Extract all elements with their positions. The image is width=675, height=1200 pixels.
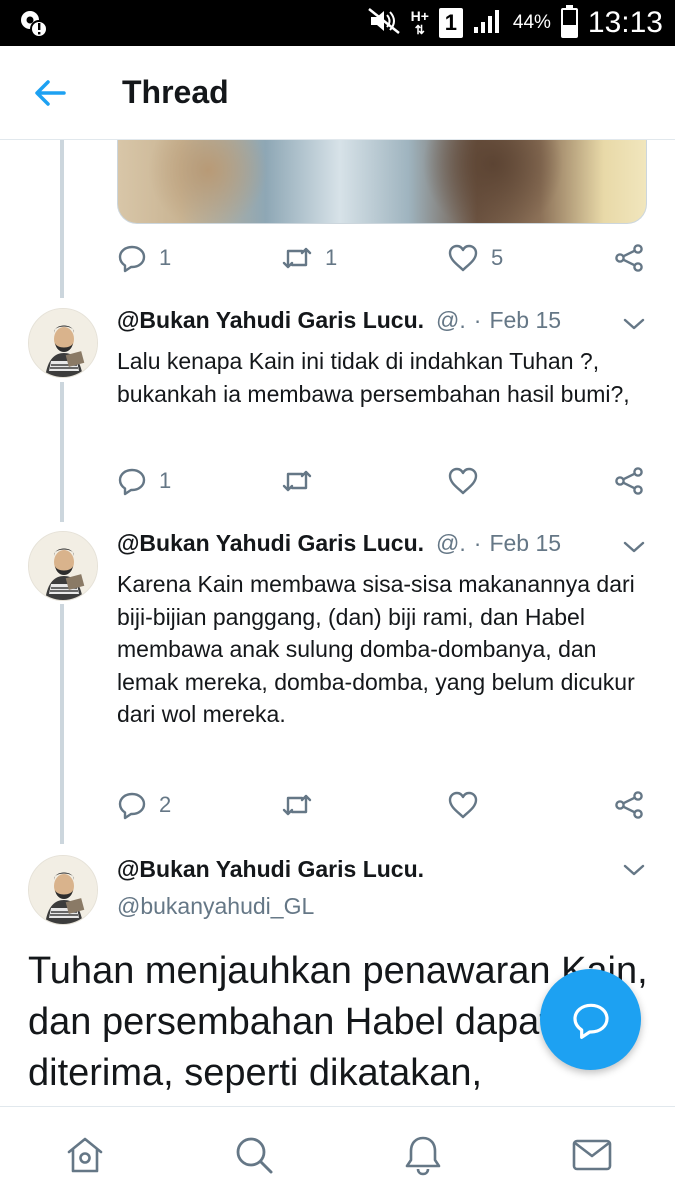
author-handle[interactable]: @bukanyahudi_GL: [117, 893, 314, 920]
home-icon[interactable]: [63, 1133, 107, 1177]
share-button[interactable]: [613, 785, 645, 825]
network-type-label: H+: [410, 8, 429, 24]
avatar[interactable]: [28, 308, 98, 378]
share-icon: [615, 244, 643, 272]
like-button[interactable]: [447, 461, 491, 501]
avatar-illustration-icon: [29, 309, 97, 377]
retweet-button[interactable]: 1: [281, 238, 337, 278]
author-name[interactable]: @Bukan Yahudi Garis Lucu.: [117, 530, 424, 557]
chevron-down-icon[interactable]: [622, 539, 646, 555]
notifications-icon[interactable]: [401, 1133, 445, 1177]
mute-icon: [367, 7, 401, 40]
data-arrows-icon: ⇅: [414, 23, 425, 37]
reply-button[interactable]: 1: [117, 461, 171, 501]
retweet-icon: [282, 794, 312, 816]
tweet-header: @Bukan Yahudi Garis Lucu. @. · Feb 15: [117, 307, 561, 341]
author-handle[interactable]: @.: [436, 530, 466, 557]
reply-icon: [118, 792, 146, 820]
sim-indicator: 1: [438, 8, 463, 38]
avatar-illustration-icon: [29, 856, 97, 924]
share-button[interactable]: [613, 238, 645, 278]
chevron-down-icon[interactable]: [622, 862, 646, 878]
heart-icon: [448, 791, 478, 819]
chevron-down-icon[interactable]: [622, 316, 646, 332]
battery-level: [562, 24, 576, 36]
separator-dot: ·: [473, 530, 482, 556]
status-bar: H+ ⇅ 1 44% 13:13: [0, 0, 675, 46]
share-icon: [615, 467, 643, 495]
tweet-action-bar: 2: [117, 785, 657, 825]
reply-count: 1: [159, 245, 172, 270]
author-name[interactable]: @Bukan Yahudi Garis Lucu.: [117, 307, 424, 334]
network-type: H+ ⇅: [411, 9, 429, 37]
tweet-header: @Bukan Yahudi Garis Lucu. @. · Feb 15: [117, 530, 561, 564]
avatar-illustration-icon: [29, 532, 97, 600]
reply-count: 2: [159, 792, 172, 817]
heart-icon: [448, 244, 478, 272]
tweet-image[interactable]: [117, 140, 647, 224]
page-title: Thread: [122, 74, 229, 110]
tweet-action-bar: 1 1 5: [117, 238, 657, 278]
tweet-text: Lalu kenapa Kain ini tidak di indahkan T…: [117, 348, 630, 407]
signal-icon: [473, 7, 503, 40]
like-button[interactable]: [447, 785, 491, 825]
back-arrow-icon[interactable]: [30, 76, 70, 110]
thread-connector: [60, 604, 64, 844]
battery-icon: [560, 5, 578, 38]
tweet-action-bar: 1: [117, 461, 657, 501]
retweet-button[interactable]: [281, 461, 325, 501]
author-handle[interactable]: @.: [436, 307, 466, 334]
clock: 13:13: [587, 6, 663, 39]
author-name[interactable]: @Bukan Yahudi Garis Lucu.: [117, 856, 424, 883]
search-icon[interactable]: [232, 1133, 276, 1177]
thread-connector: [60, 140, 64, 298]
reply-icon: [118, 468, 146, 496]
share-button[interactable]: [613, 461, 645, 501]
like-count: 5: [491, 245, 504, 270]
reply-icon: [572, 1003, 609, 1039]
avatar[interactable]: [28, 531, 98, 601]
retweet-count: 1: [325, 245, 338, 270]
location-alert-icon: [18, 8, 48, 43]
reply-count: 1: [159, 468, 172, 493]
app-header: Thread: [0, 46, 675, 140]
tweet-date[interactable]: Feb 15: [489, 307, 561, 334]
heart-icon: [448, 467, 478, 495]
tweet-text: Karena Kain membawa sisa-sisa makanannya…: [117, 571, 635, 727]
reply-button[interactable]: 1: [117, 238, 171, 278]
like-button[interactable]: 5: [447, 238, 503, 278]
compose-reply-button[interactable]: [540, 969, 641, 1070]
bottom-nav: [0, 1106, 675, 1200]
retweet-icon: [282, 247, 312, 269]
thread-timeline[interactable]: 1 1 5 @Bukan Yahudi Garis Lucu. @. · Feb…: [0, 140, 675, 1106]
reply-icon: [118, 245, 146, 273]
reply-button[interactable]: 2: [117, 785, 171, 825]
thread-connector: [60, 382, 64, 522]
separator-dot: ·: [473, 307, 482, 333]
retweet-icon: [282, 470, 312, 492]
retweet-button[interactable]: [281, 785, 325, 825]
avatar[interactable]: [28, 855, 98, 925]
share-icon: [615, 791, 643, 819]
tweet-date[interactable]: Feb 15: [489, 530, 561, 557]
messages-icon[interactable]: [570, 1133, 614, 1177]
battery-percent: 44%: [512, 12, 551, 33]
